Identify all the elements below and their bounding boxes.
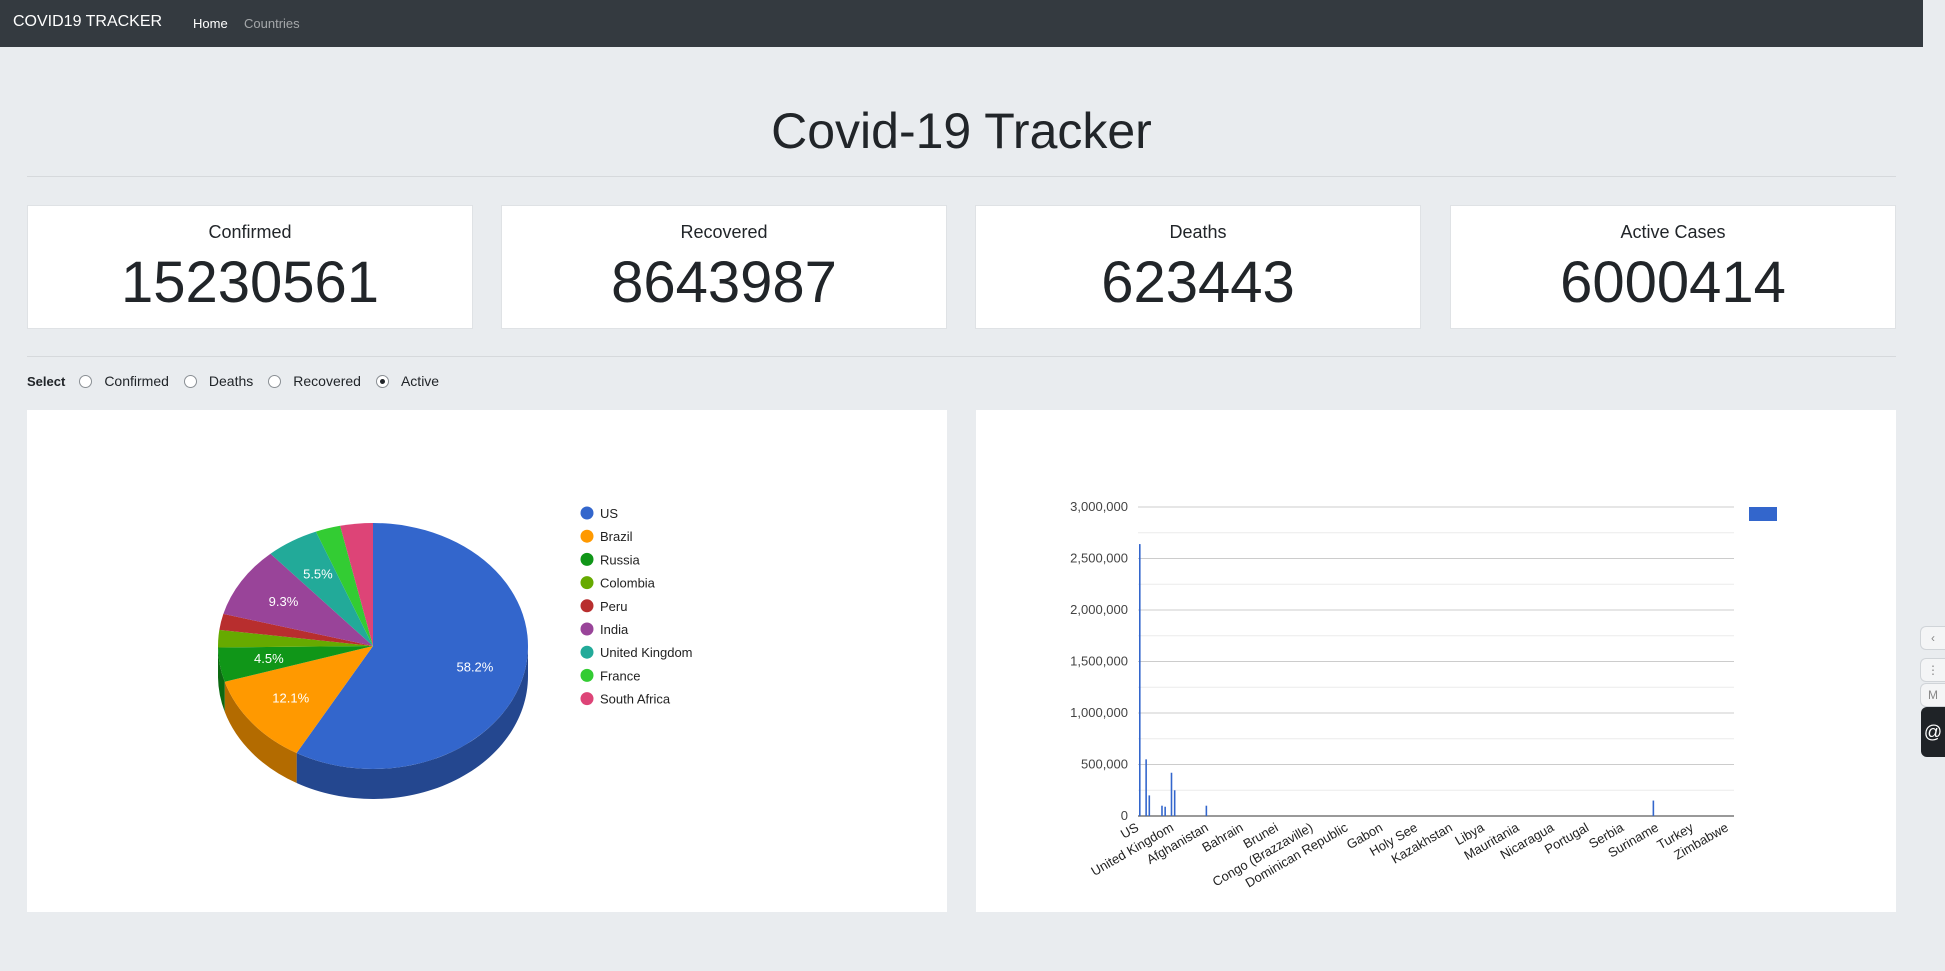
bar bbox=[1164, 806, 1166, 816]
legend-label: South Africa bbox=[600, 692, 671, 707]
y-tick-label: 3,000,000 bbox=[1070, 499, 1128, 514]
radio-deaths[interactable] bbox=[183, 374, 197, 388]
pie-pct-label: 58.2% bbox=[456, 659, 493, 674]
radio-active[interactable] bbox=[375, 374, 389, 388]
legend-swatch bbox=[580, 599, 594, 613]
legend-swatch bbox=[580, 668, 594, 682]
legend-label: Brazil bbox=[600, 529, 633, 544]
bar-chart: 0 500,000 1,000,000 1,500,000 2,000,000 2,500… bbox=[1070, 499, 1777, 890]
stat-value: 623443 bbox=[1101, 250, 1295, 315]
pie-chart-panel: 58.2% 12.1% 4.5% 9.3% 5.5% US Brazil Russia Colo… bbox=[27, 410, 947, 912]
mail-icon[interactable]: M bbox=[1920, 683, 1945, 707]
stat-title: Active Cases bbox=[1620, 222, 1726, 242]
stat-title: Recovered bbox=[680, 222, 768, 242]
bar bbox=[1205, 805, 1208, 816]
page-title: Covid-19 Tracker bbox=[771, 103, 1152, 159]
legend-swatch bbox=[1749, 507, 1777, 521]
stat-card-recovered: Recovered 8643987 bbox=[501, 205, 947, 329]
nav-link-home[interactable]: Home bbox=[193, 16, 228, 31]
apps-grid-icon[interactable]: ⋮ bbox=[1920, 658, 1945, 682]
legend-label: Colombia bbox=[600, 576, 656, 591]
case-type-selector: Select Confirmed Deaths Recovered Active bbox=[27, 371, 454, 391]
y-tick-label: 2,000,000 bbox=[1070, 602, 1128, 617]
bar bbox=[1145, 759, 1147, 816]
radio-label-active[interactable]: Active bbox=[401, 373, 439, 389]
y-tick-label: 500,000 bbox=[1081, 757, 1128, 772]
legend-label: United Kingdom bbox=[600, 645, 693, 660]
brand-logo[interactable]: COVID19 TRACKER bbox=[13, 13, 162, 31]
stat-title: Deaths bbox=[1169, 222, 1227, 242]
stat-value: 8643987 bbox=[611, 250, 837, 315]
bar bbox=[1652, 800, 1655, 816]
stat-value: 15230561 bbox=[120, 250, 380, 315]
bar bbox=[1161, 805, 1163, 816]
extension-icon[interactable]: @ bbox=[1921, 707, 1945, 757]
legend-label: US bbox=[600, 506, 618, 521]
pie-pct-label: 12.1% bbox=[272, 690, 309, 705]
divider bbox=[27, 176, 1896, 177]
pie-pct-label: 4.5% bbox=[254, 651, 284, 666]
legend-swatch bbox=[580, 506, 594, 520]
collapse-arrow-icon[interactable]: ‹ bbox=[1920, 626, 1945, 650]
bar bbox=[1170, 772, 1173, 816]
legend-swatch bbox=[580, 552, 594, 566]
navbar: COVID19 TRACKER Home Countries bbox=[0, 0, 1923, 47]
legend-swatch bbox=[580, 529, 594, 543]
divider bbox=[27, 356, 1896, 357]
bar bbox=[1139, 544, 1141, 816]
pie-pct-label: 9.3% bbox=[269, 594, 299, 609]
legend-label: Peru bbox=[600, 599, 627, 614]
legend-swatch bbox=[580, 622, 594, 636]
legend-swatch bbox=[580, 692, 594, 706]
nav-link-countries[interactable]: Countries bbox=[244, 16, 300, 31]
legend-swatch bbox=[580, 576, 594, 590]
radio-recovered[interactable] bbox=[268, 374, 282, 388]
radio-label-deaths[interactable]: Deaths bbox=[209, 373, 253, 389]
pie-chart: 58.2% 12.1% 4.5% 9.3% 5.5% US Brazil Russia Colo… bbox=[218, 506, 693, 799]
y-tick-label: 2,500,000 bbox=[1070, 551, 1128, 566]
radio-label-recovered[interactable]: Recovered bbox=[293, 373, 361, 389]
legend-swatch bbox=[580, 645, 594, 659]
bar bbox=[1173, 790, 1176, 816]
select-label: Select bbox=[27, 373, 66, 389]
stat-card-confirmed: Confirmed 15230561 bbox=[27, 205, 473, 329]
legend-label: France bbox=[600, 668, 640, 683]
stat-card-deaths: Deaths 623443 bbox=[975, 205, 1421, 329]
bar-chart-panel: 0 500,000 1,000,000 1,500,000 2,000,000 2,500… bbox=[976, 410, 1896, 912]
radio-confirmed[interactable] bbox=[79, 374, 93, 388]
y-tick-label: 1,500,000 bbox=[1070, 654, 1128, 669]
y-tick-label: 1,000,000 bbox=[1070, 705, 1128, 720]
legend-label: Russia bbox=[600, 552, 641, 567]
stat-value: 6000414 bbox=[1560, 250, 1786, 315]
y-tick-label: 0 bbox=[1121, 808, 1128, 823]
stat-card-active: Active Cases 6000414 bbox=[1450, 205, 1896, 329]
bar bbox=[1148, 795, 1151, 816]
stat-title: Confirmed bbox=[208, 222, 292, 242]
legend-label: India bbox=[600, 622, 629, 637]
pie-pct-label: 5.5% bbox=[303, 567, 333, 582]
radio-label-confirmed[interactable]: Confirmed bbox=[104, 373, 169, 389]
